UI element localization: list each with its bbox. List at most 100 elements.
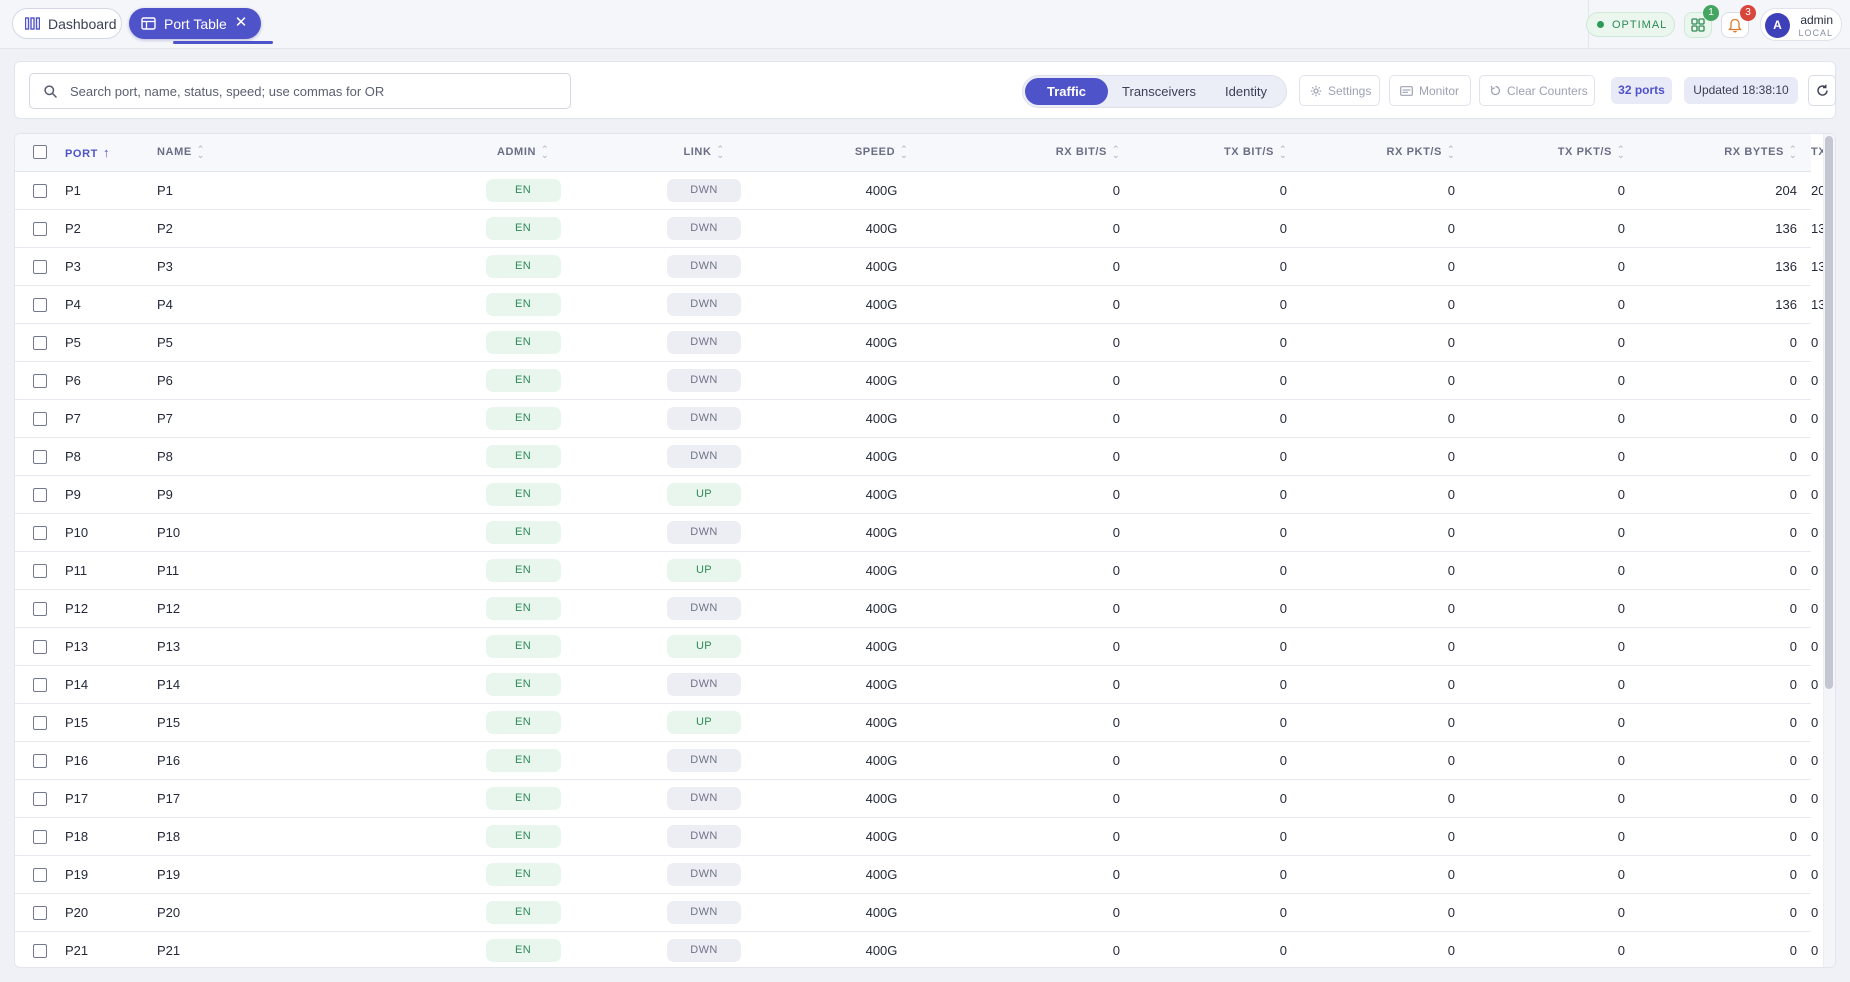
row-checkbox[interactable] — [33, 943, 47, 958]
speed-cell: 400G — [865, 486, 898, 502]
scrollbar-thumb[interactable] — [1825, 136, 1833, 689]
row-checkbox[interactable] — [33, 563, 47, 578]
table-row[interactable]: P12 P12 EN DWN 400G 0 0 0 0 0 0 — [15, 589, 1818, 627]
search-input[interactable] — [70, 74, 565, 108]
table-row[interactable]: P13 P13 EN UP 400G 0 0 0 0 0 0 — [15, 627, 1818, 665]
rx-bytes-cell: 0 — [1789, 410, 1797, 426]
tx-bits-cell: 0 — [1279, 600, 1287, 616]
admin-cell: EN — [432, 589, 614, 627]
system-status-badge[interactable]: OPTIMAL — [1586, 12, 1675, 37]
column-header-admin[interactable]: ADMIN ⌃ ⌄ — [432, 134, 614, 172]
bell-icon — [1728, 18, 1742, 32]
admin-cell: EN — [432, 323, 614, 361]
row-checkbox[interactable] — [33, 525, 47, 540]
table-row[interactable]: P6 P6 EN DWN 400G 0 0 0 0 0 0 — [15, 361, 1818, 399]
tab-dashboard[interactable]: Dashboard — [12, 8, 122, 39]
speed-cell: 400G — [865, 676, 898, 692]
row-checkbox[interactable] — [33, 183, 47, 198]
table-row[interactable]: P20 P20 EN DWN 400G 0 0 0 0 0 0 — [15, 893, 1818, 931]
column-header-tx-bits[interactable]: TX BIT/S ⌃ ⌄ — [1134, 134, 1301, 172]
rx-bytes-cell: 0 — [1789, 600, 1797, 616]
scrollbar-track[interactable] — [1823, 134, 1835, 967]
tx-bits-cell: 0 — [1279, 182, 1287, 198]
table-row[interactable]: P1 P1 EN DWN 400G 0 0 0 0 204 204 — [15, 171, 1833, 209]
view-traffic-button[interactable]: Traffic — [1025, 78, 1108, 105]
monitor-button[interactable]: Monitor — [1389, 75, 1471, 106]
rx-bytes-cell: 136 — [1775, 258, 1797, 274]
sort-icon: ⌃ ⌄ — [541, 144, 550, 161]
rx-pkts-cell: 0 — [1447, 790, 1455, 806]
link-cell: DWN — [614, 589, 794, 627]
row-checkbox[interactable] — [33, 221, 47, 236]
row-checkbox[interactable] — [33, 639, 47, 654]
table-row[interactable]: P10 P10 EN DWN 400G 0 0 0 0 0 0 — [15, 513, 1818, 551]
apps-button[interactable]: 1 — [1684, 5, 1719, 38]
column-header-rx-bits[interactable]: RX BIT/S ⌃ ⌄ — [969, 134, 1134, 172]
table-row[interactable]: P2 P2 EN DWN 400G 0 0 0 0 136 136 — [15, 209, 1833, 247]
speed-cell: 400G — [865, 448, 898, 464]
table-row[interactable]: P8 P8 EN DWN 400G 0 0 0 0 0 0 — [15, 437, 1818, 475]
row-checkbox[interactable] — [33, 905, 47, 920]
row-checkbox[interactable] — [33, 829, 47, 844]
rx-bytes-cell: 0 — [1789, 714, 1797, 730]
row-checkbox[interactable] — [33, 297, 47, 312]
table-row[interactable]: P19 P19 EN DWN 400G 0 0 0 0 0 0 — [15, 855, 1818, 893]
row-checkbox[interactable] — [33, 373, 47, 388]
settings-button[interactable]: Settings — [1299, 75, 1380, 106]
row-select-cell — [15, 171, 65, 209]
column-header-port[interactable]: PORT ↑ — [65, 134, 157, 172]
tab-port-table[interactable]: Port Table ✕ — [129, 8, 273, 44]
row-checkbox[interactable] — [33, 335, 47, 350]
table-row[interactable]: P11 P11 EN UP 400G 0 0 0 0 0 0 — [15, 551, 1818, 589]
link-status-badge: DWN — [667, 254, 741, 278]
table-row[interactable]: P17 P17 EN DWN 400G 0 0 0 0 0 0 — [15, 779, 1818, 817]
table-row[interactable]: P14 P14 EN DWN 400G 0 0 0 0 0 0 — [15, 665, 1818, 703]
row-checkbox[interactable] — [33, 411, 47, 426]
table-row[interactable]: P4 P4 EN DWN 400G 0 0 0 0 136 136 — [15, 285, 1833, 323]
close-tab-icon[interactable]: ✕ — [232, 14, 250, 32]
row-checkbox[interactable] — [33, 715, 47, 730]
row-checkbox[interactable] — [33, 791, 47, 806]
speed-cell: 400G — [865, 220, 898, 236]
table-row[interactable]: P16 P16 EN DWN 400G 0 0 0 0 0 0 — [15, 741, 1818, 779]
port-cell: P19 — [65, 866, 89, 882]
row-checkbox[interactable] — [33, 867, 47, 882]
column-header-speed[interactable]: SPEED ⌃ ⌄ — [794, 134, 969, 172]
name-cell: P5 — [157, 334, 173, 350]
column-header-rx-bytes[interactable]: RX BYTES ⌃ ⌄ — [1639, 134, 1811, 172]
table-row[interactable]: P9 P9 EN UP 400G 0 0 0 0 0 0 — [15, 475, 1818, 513]
table-row[interactable]: P15 P15 EN UP 400G 0 0 0 0 0 0 — [15, 703, 1818, 741]
table-row[interactable]: P5 P5 EN DWN 400G 0 0 0 0 0 0 — [15, 323, 1818, 361]
rx-bits-cell: 0 — [1112, 334, 1120, 350]
admin-status-badge: EN — [485, 672, 561, 696]
reset-icon — [1490, 85, 1501, 96]
clear-counters-button[interactable]: Clear Counters — [1479, 75, 1595, 106]
refresh-button[interactable] — [1808, 75, 1836, 106]
column-header-tx-pkts[interactable]: TX PKT/S ⌃ ⌄ — [1469, 134, 1639, 172]
table-row[interactable]: P18 P18 EN DWN 400G 0 0 0 0 0 0 — [15, 817, 1818, 855]
rx-bytes-cell: 0 — [1789, 752, 1797, 768]
column-header-name[interactable]: NAME ⌃ ⌄ — [157, 134, 337, 172]
row-checkbox[interactable] — [33, 677, 47, 692]
user-menu[interactable]: A admin LOCAL — [1760, 8, 1842, 41]
column-header-rx-pkts[interactable]: RX PKT/S ⌃ ⌄ — [1301, 134, 1469, 172]
table-row[interactable]: P21 P21 EN DWN 400G 0 0 0 0 0 0 — [15, 931, 1818, 967]
row-checkbox[interactable] — [33, 259, 47, 274]
table-row[interactable]: P3 P3 EN DWN 400G 0 0 0 0 136 136 — [15, 247, 1833, 285]
view-transceivers-button[interactable]: Transceivers — [1111, 78, 1207, 105]
select-all-checkbox[interactable] — [33, 145, 47, 160]
search-box[interactable] — [29, 73, 571, 109]
notifications-button[interactable]: 3 — [1721, 5, 1756, 38]
link-cell: DWN — [614, 247, 794, 285]
row-checkbox[interactable] — [33, 487, 47, 502]
row-checkbox[interactable] — [33, 753, 47, 768]
rx-pkts-cell: 0 — [1447, 258, 1455, 274]
row-checkbox[interactable] — [33, 449, 47, 464]
column-header-link[interactable]: LINK ⌃ ⌄ — [614, 134, 794, 172]
view-identity-button[interactable]: Identity — [1209, 78, 1283, 105]
link-cell: DWN — [614, 855, 794, 893]
table-row[interactable]: P7 P7 EN DWN 400G 0 0 0 0 0 0 — [15, 399, 1818, 437]
row-checkbox[interactable] — [33, 601, 47, 616]
admin-cell: EN — [432, 703, 614, 741]
admin-cell: EN — [432, 551, 614, 589]
